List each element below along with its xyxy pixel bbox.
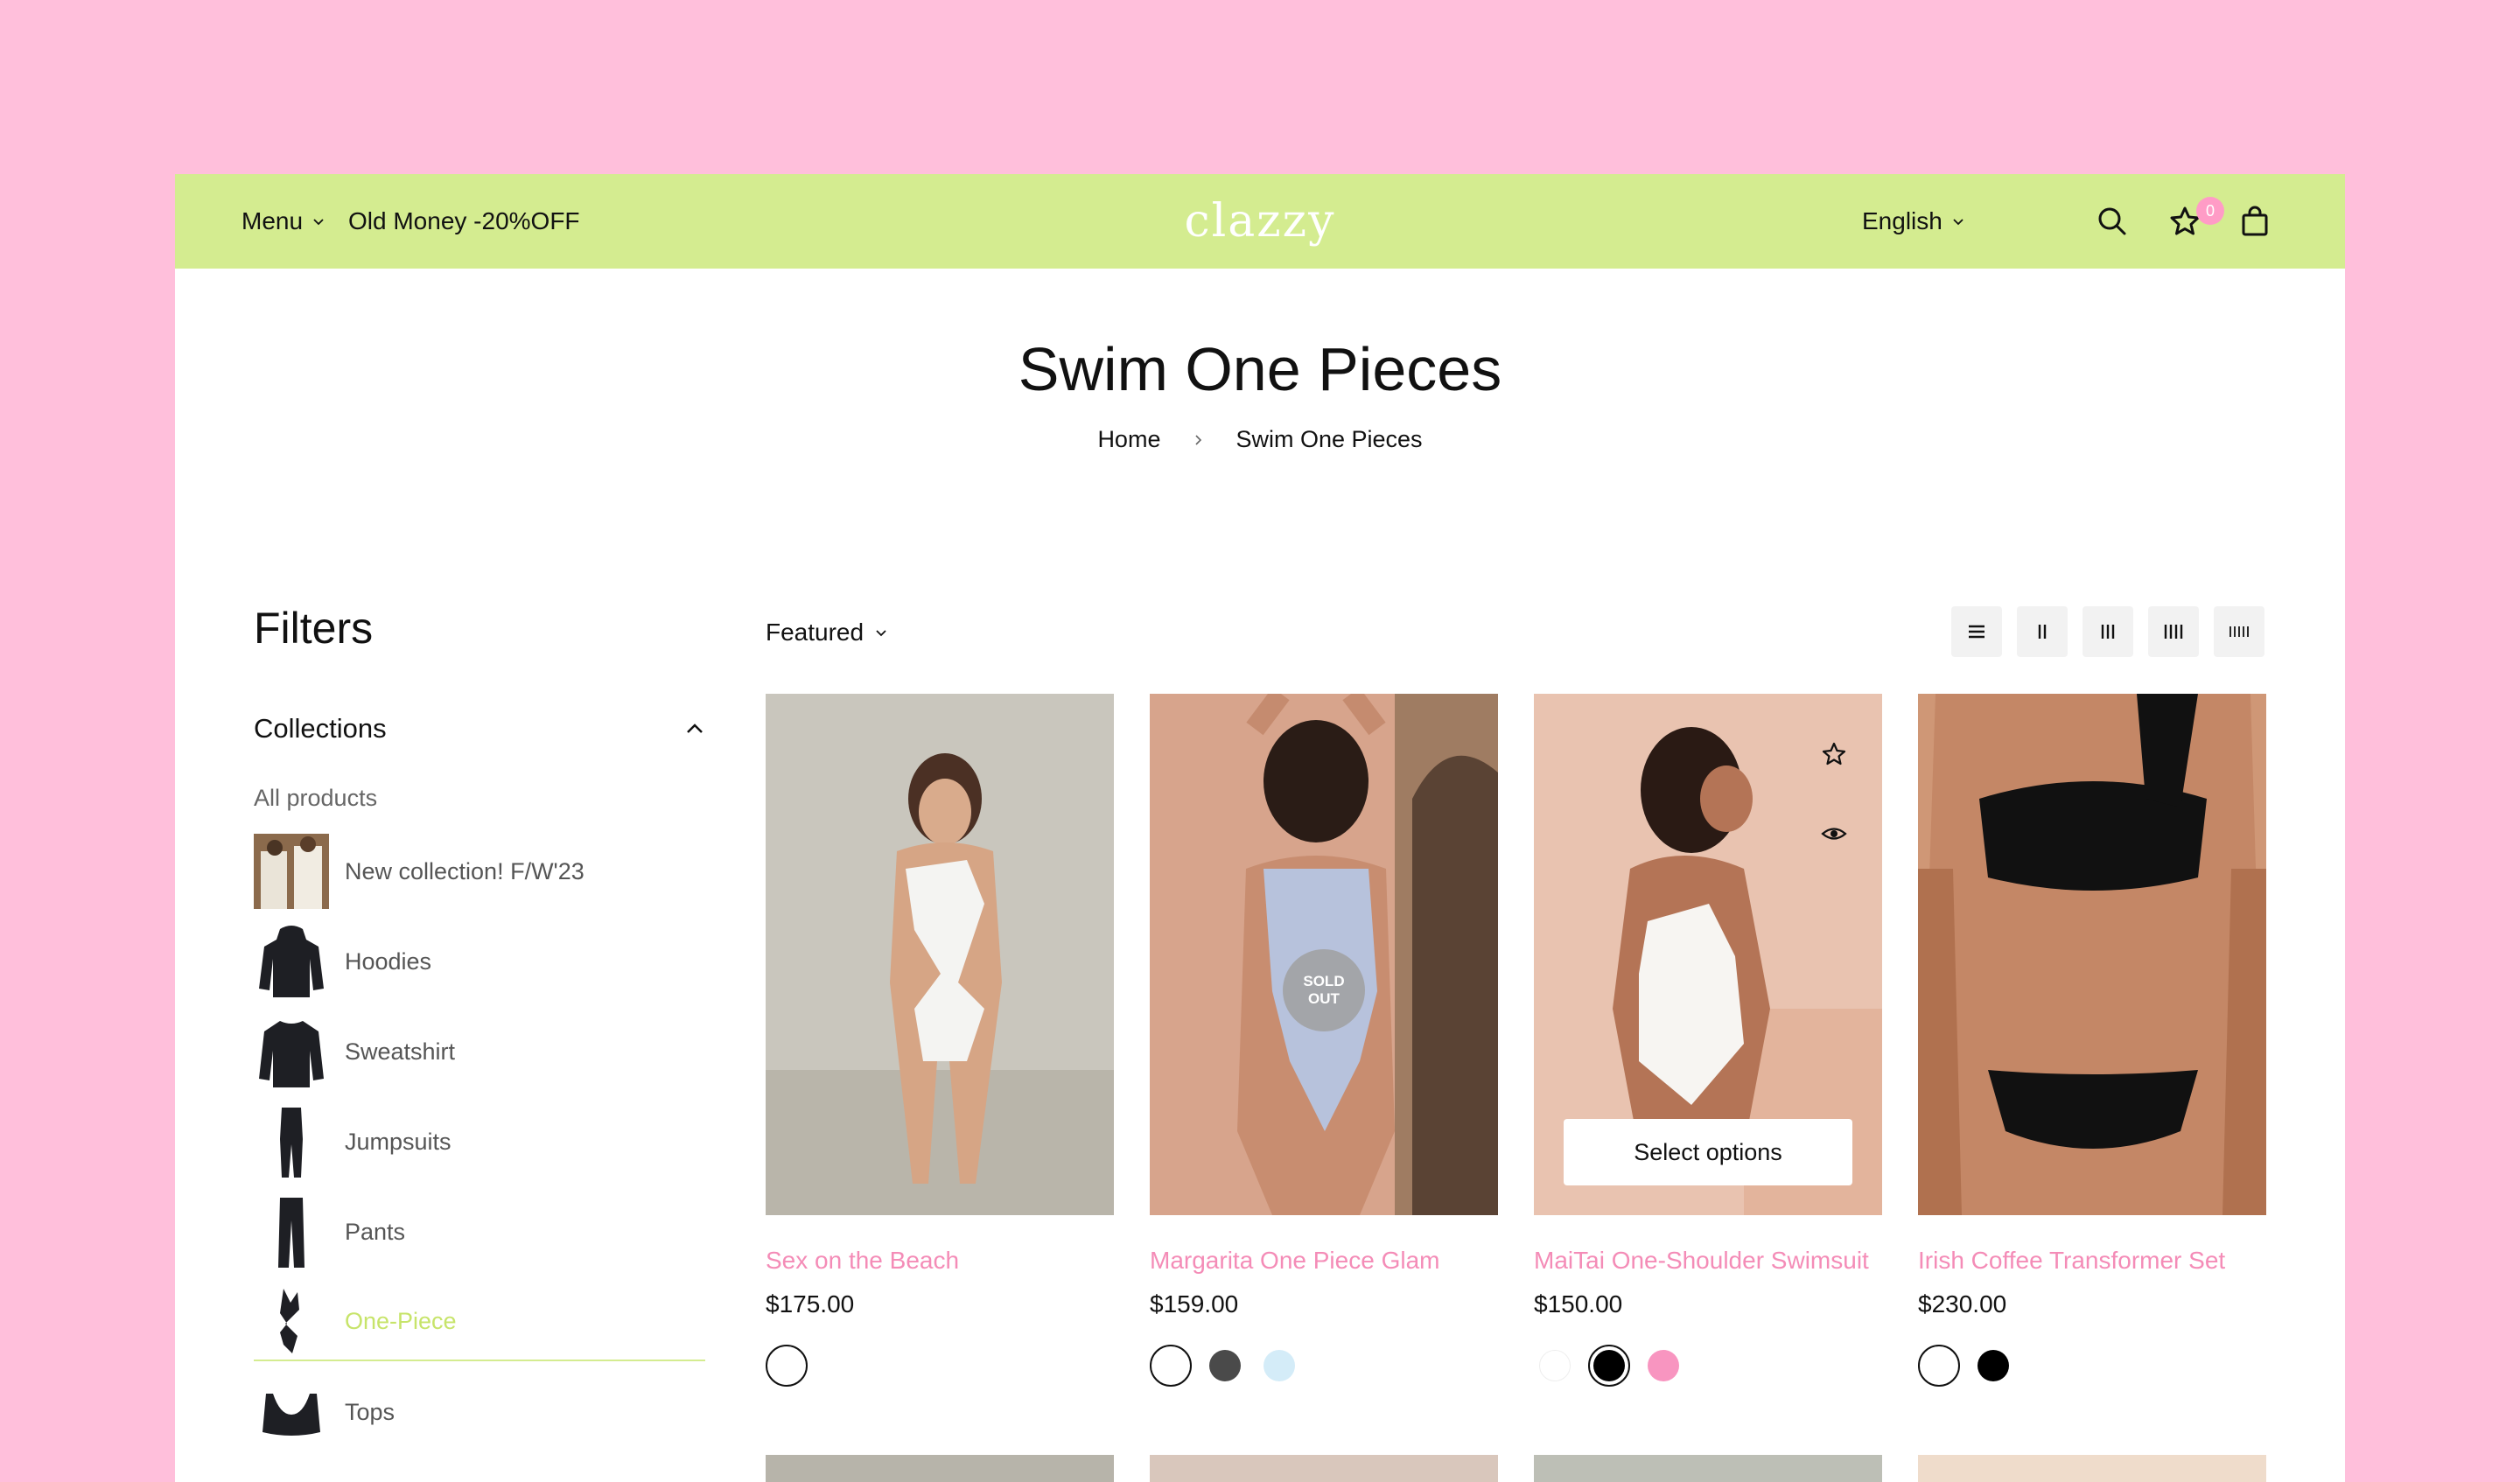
hoodie-thumbnail — [259, 926, 324, 997]
product-name[interactable]: Sex on the Beach — [766, 1247, 959, 1275]
product-image[interactable] — [1918, 694, 2266, 1215]
product-price: $175.00 — [766, 1290, 855, 1318]
select-options-button[interactable]: Select options — [1564, 1119, 1852, 1185]
color-swatch-charcoal[interactable] — [1204, 1345, 1246, 1387]
shopping-bag-icon[interactable] — [2237, 204, 2272, 239]
filter-item-label: Jumpsuits — [345, 1128, 452, 1155]
filter-item-label: Pants — [345, 1218, 406, 1245]
header-bar: Menu Old Money -20%OFF clazzy English 0 — [175, 174, 2345, 269]
product-price: $159.00 — [1150, 1290, 1239, 1318]
color-swatch-light-blue[interactable] — [1258, 1345, 1300, 1387]
product-card[interactable]: Sex on the Beach $175.00 — [766, 694, 1114, 1387]
grid-4-icon — [2164, 625, 2183, 639]
collections-label: Collections — [254, 713, 387, 744]
product-card[interactable]: Select options MaiTai One-Shoulder Swims… — [1534, 694, 1882, 1387]
breadcrumb-home-link[interactable]: Home — [1097, 426, 1160, 453]
product-price: $150.00 — [1534, 1290, 1623, 1318]
chevron-down-icon — [313, 219, 324, 226]
tops-thumbnail — [262, 1394, 320, 1436]
product-name[interactable]: Margarita One Piece Glam — [1150, 1247, 1439, 1275]
product-price: $230.00 — [1918, 1290, 2007, 1318]
chevron-up-icon — [687, 724, 703, 733]
pants-thumbnail — [278, 1198, 304, 1268]
grid-3-icon — [2101, 625, 2115, 639]
grid-2-icon — [2038, 625, 2047, 639]
breadcrumb-current: Swim One Pieces — [1236, 426, 1423, 452]
view-2-columns-button[interactable] — [2017, 606, 2068, 657]
language-label: English — [1862, 207, 1942, 234]
jumpsuit-thumbnail — [280, 1108, 303, 1178]
sort-label: Featured — [766, 619, 864, 646]
product-image[interactable]: Select options — [1534, 694, 1882, 1215]
product-name[interactable]: Irish Coffee Transformer Set — [1918, 1247, 2225, 1275]
filter-item-tops[interactable]: Tops — [254, 1373, 705, 1451]
filter-item-label: One-Piece — [345, 1307, 457, 1334]
color-swatches — [766, 1345, 808, 1387]
grid-5-icon — [2230, 626, 2249, 637]
eye-icon[interactable] — [1819, 819, 1849, 849]
color-swatch-black[interactable] — [1972, 1345, 2014, 1387]
sweatshirt-thumbnail — [259, 1021, 324, 1087]
filter-item-label: Tops — [345, 1398, 396, 1425]
one-piece-thumbnail — [280, 1289, 299, 1353]
language-selector[interactable]: English — [1862, 206, 1965, 237]
product-image[interactable] — [766, 694, 1114, 1215]
product-photo — [1918, 694, 2266, 1215]
view-list-button[interactable] — [1951, 606, 2002, 657]
breadcrumb: Home Swim One Pieces — [175, 426, 2345, 453]
star-icon[interactable] — [1819, 739, 1849, 769]
color-swatches — [1150, 1345, 1300, 1387]
store-logo[interactable]: clazzy — [1172, 195, 1348, 248]
filter-item-sweatshirt[interactable]: Sweatshirt — [254, 1012, 705, 1091]
filter-item-label: Sweatshirt — [345, 1038, 456, 1065]
page-title: Swim One Pieces — [1018, 335, 1502, 403]
sort-dropdown[interactable]: Featured — [766, 617, 888, 648]
color-swatch-white[interactable] — [1918, 1345, 1960, 1387]
filter-item-pants[interactable]: Pants — [254, 1192, 705, 1271]
filter-item-new-collection[interactable]: New collection! F/W'23 — [254, 832, 705, 911]
product-card[interactable]: Irish Coffee Transformer Set $230.00 — [1918, 694, 2266, 1387]
filter-item-label: New collection! F/W'23 — [345, 857, 584, 884]
list-view-icon — [1969, 625, 1984, 639]
product-image-next-row[interactable] — [1534, 1455, 1882, 1482]
collection-thumbnail — [254, 834, 329, 909]
product-photo — [766, 694, 1114, 1215]
sold-out-badge: SOLD OUT — [1283, 949, 1365, 1031]
color-swatch-white[interactable] — [1150, 1345, 1192, 1387]
filter-all-products[interactable]: All products — [254, 785, 377, 812]
view-5-columns-button[interactable] — [2214, 606, 2264, 657]
chevron-down-icon — [1953, 219, 1964, 226]
wishlist-count-badge: 0 — [2196, 197, 2224, 225]
product-image-next-row[interactable] — [1150, 1455, 1498, 1482]
product-image-next-row[interactable] — [766, 1455, 1114, 1482]
view-3-columns-button[interactable] — [2082, 606, 2133, 657]
filter-item-hoodies[interactable]: Hoodies — [254, 922, 705, 1001]
chevron-right-icon — [1195, 434, 1202, 445]
color-swatch-pink[interactable] — [1642, 1345, 1684, 1387]
menu-button[interactable]: Menu — [242, 206, 326, 237]
menu-label: Menu — [242, 207, 304, 234]
color-swatches — [1918, 1345, 2014, 1387]
color-swatch-black[interactable] — [1588, 1345, 1630, 1387]
product-card[interactable]: SOLD OUT Margarita One Piece Glam $159.00 — [1150, 694, 1498, 1387]
product-image[interactable]: SOLD OUT — [1150, 694, 1498, 1215]
color-swatch-white[interactable] — [766, 1345, 808, 1387]
product-image-next-row[interactable] — [1918, 1455, 2266, 1482]
store-frame: Menu Old Money -20%OFF clazzy English 0 … — [175, 174, 2345, 1482]
chevron-down-icon — [876, 630, 886, 637]
product-name[interactable]: MaiTai One-Shoulder Swimsuit — [1534, 1247, 1869, 1275]
view-4-columns-button[interactable] — [2148, 606, 2199, 657]
promo-link[interactable]: Old Money -20%OFF — [348, 206, 580, 237]
search-icon[interactable] — [2095, 204, 2130, 239]
filter-item-one-piece[interactable]: One-Piece — [254, 1283, 705, 1361]
color-swatches — [1534, 1345, 1684, 1387]
collections-toggle[interactable]: Collections — [254, 711, 705, 746]
filter-item-label: Hoodies — [345, 947, 432, 975]
filters-heading: Filters — [254, 604, 374, 653]
filter-item-jumpsuits[interactable]: Jumpsuits — [254, 1102, 705, 1181]
color-swatch-white[interactable] — [1534, 1345, 1576, 1387]
